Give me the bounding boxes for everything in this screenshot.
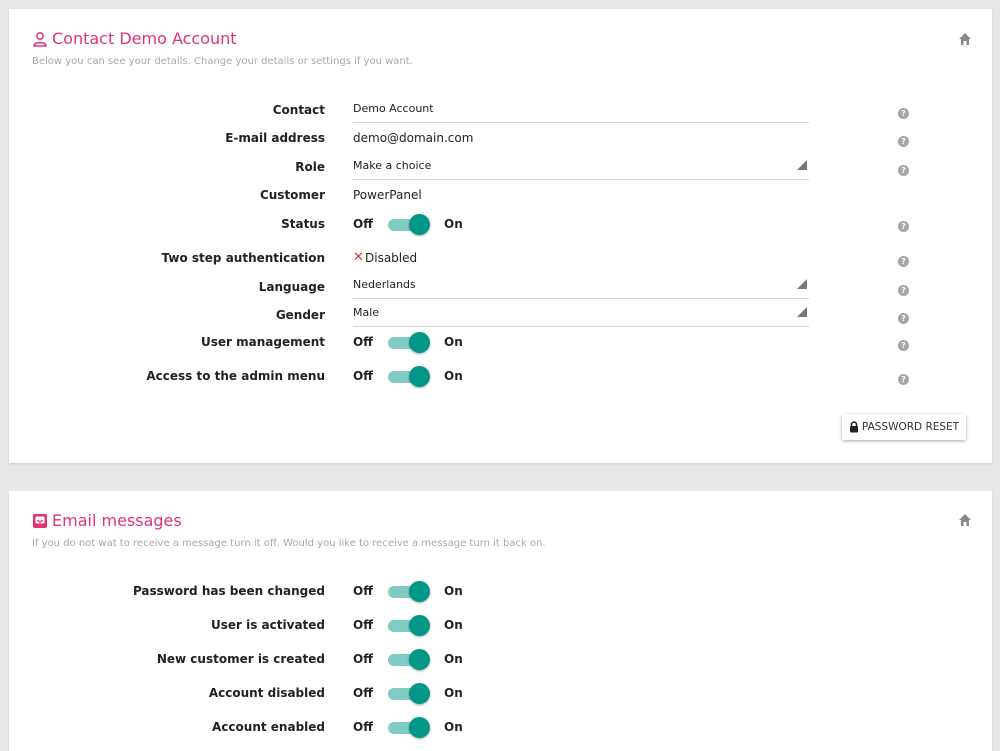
email-item-label: Account disabled <box>208 686 325 700</box>
toggle-on-label: On <box>444 217 463 231</box>
help-icon[interactable]: ? <box>898 256 909 267</box>
toggle-on-label: On <box>444 369 463 383</box>
row-user-management: User management Off On ? <box>9 332 992 360</box>
customer-value: PowerPanel <box>353 188 422 202</box>
email-item-label: Account enabled <box>212 720 325 734</box>
password-reset-button[interactable]: PASSWORD RESET <box>842 414 966 440</box>
help-icon[interactable]: ? <box>898 285 909 296</box>
email-messages-subtitle: If you do not wat to receive a message t… <box>32 538 546 549</box>
toggle-on-label: On <box>444 652 463 666</box>
email-item-label: User is activated <box>211 618 325 632</box>
gender-value: Male <box>353 306 380 319</box>
toggle-off-label: Off <box>353 369 373 383</box>
row-admin-menu: Access to the admin menu Off On ? <box>9 366 992 394</box>
customer-label: Customer <box>259 188 325 202</box>
email-item-label: New customer is created <box>156 652 325 666</box>
language-value: Nederlands <box>353 278 416 291</box>
toggle-knob[interactable] <box>409 649 430 670</box>
contact-header: Contact Demo Account <box>32 29 237 48</box>
toggle-off-label: Off <box>353 686 373 700</box>
role-select[interactable]: Make a choice <box>353 159 809 180</box>
toggle-knob[interactable] <box>409 366 430 387</box>
contact-label: Contact <box>272 103 325 117</box>
row-status: Status Off On ? <box>9 214 992 242</box>
help-icon[interactable]: ? <box>898 165 909 176</box>
toggle-knob[interactable] <box>409 214 430 235</box>
dropdown-triangle-icon <box>797 279 807 289</box>
toggle-on-label: On <box>444 584 463 598</box>
toggle-knob[interactable] <box>409 615 430 636</box>
email-item-label: Password has been changed <box>132 584 325 598</box>
admin-menu-label: Access to the admin menu <box>146 369 325 383</box>
row-role: Role Make a choice ? <box>9 158 992 186</box>
user-management-label: User management <box>200 335 325 349</box>
toggle-knob[interactable] <box>409 717 430 738</box>
help-icon[interactable]: ? <box>898 374 909 385</box>
help-icon[interactable]: ? <box>898 313 909 324</box>
row-email: E-mail address demo@domain.com ? <box>9 129 992 157</box>
toggle-knob[interactable] <box>409 581 430 602</box>
two-step-status: Disabled <box>365 251 418 265</box>
contact-subtitle: Below you can see your details. Change y… <box>32 56 413 67</box>
contact-input[interactable]: Demo Account <box>353 102 809 123</box>
toggle-on-label: On <box>444 618 463 632</box>
email-messages-header: Email messages <box>32 511 182 530</box>
dropdown-triangle-icon <box>797 307 807 317</box>
help-icon[interactable]: ? <box>898 136 909 147</box>
help-icon[interactable]: ? <box>898 340 909 351</box>
status-label: Status <box>281 217 325 231</box>
email-row-user-activated: User is activated Off On <box>9 615 992 643</box>
toggle-on-label: On <box>444 686 463 700</box>
gender-select[interactable]: Male <box>353 306 809 327</box>
email-label: E-mail address <box>225 131 325 145</box>
row-language: Language Nederlands ? <box>9 277 992 305</box>
toggle-off-label: Off <box>353 335 373 349</box>
contact-title: Contact Demo Account <box>52 29 237 48</box>
role-label: Role <box>295 160 325 174</box>
two-step-label: Two step authentication <box>161 251 325 265</box>
contact-value: Demo Account <box>353 102 434 115</box>
home-icon[interactable] <box>958 513 972 527</box>
person-icon <box>33 31 47 47</box>
row-contact: Contact Demo Account ? <box>9 101 992 129</box>
inbox-icon <box>33 513 47 528</box>
help-icon[interactable]: ? <box>898 108 909 119</box>
language-select[interactable]: Nederlands <box>353 278 809 299</box>
email-messages-card: Email messages If you do not wat to rece… <box>9 491 992 751</box>
toggle-on-label: On <box>444 335 463 349</box>
lock-icon <box>849 421 858 433</box>
language-label: Language <box>258 280 325 294</box>
row-two-step: Two step authentication ✕ Disabled ? <box>9 249 992 277</box>
role-value: Make a choice <box>353 159 432 172</box>
home-icon[interactable] <box>958 32 972 46</box>
toggle-off-label: Off <box>353 720 373 734</box>
toggle-off-label: Off <box>353 217 373 231</box>
toggle-off-label: Off <box>353 652 373 666</box>
close-icon: ✕ <box>353 250 364 265</box>
dropdown-triangle-icon <box>797 160 807 170</box>
gender-label: Gender <box>275 308 325 322</box>
toggle-on-label: On <box>444 720 463 734</box>
password-reset-label: PASSWORD RESET <box>861 421 960 433</box>
email-row-account-disabled: Account disabled Off On <box>9 683 992 711</box>
toggle-knob[interactable] <box>409 332 430 353</box>
email-value: demo@domain.com <box>353 131 474 145</box>
email-row-password-changed: Password has been changed Off On <box>9 581 992 609</box>
email-row-account-enabled: Account enabled Off On <box>9 717 992 745</box>
toggle-off-label: Off <box>353 618 373 632</box>
contact-card: Contact Demo Account Below you can see y… <box>9 9 992 463</box>
toggle-off-label: Off <box>353 584 373 598</box>
email-messages-title: Email messages <box>52 511 182 530</box>
row-gender: Gender Male ? <box>9 305 992 333</box>
email-row-new-customer: New customer is created Off On <box>9 649 992 677</box>
help-icon[interactable]: ? <box>898 221 909 232</box>
toggle-knob[interactable] <box>409 683 430 704</box>
row-customer: Customer PowerPanel <box>9 186 992 214</box>
